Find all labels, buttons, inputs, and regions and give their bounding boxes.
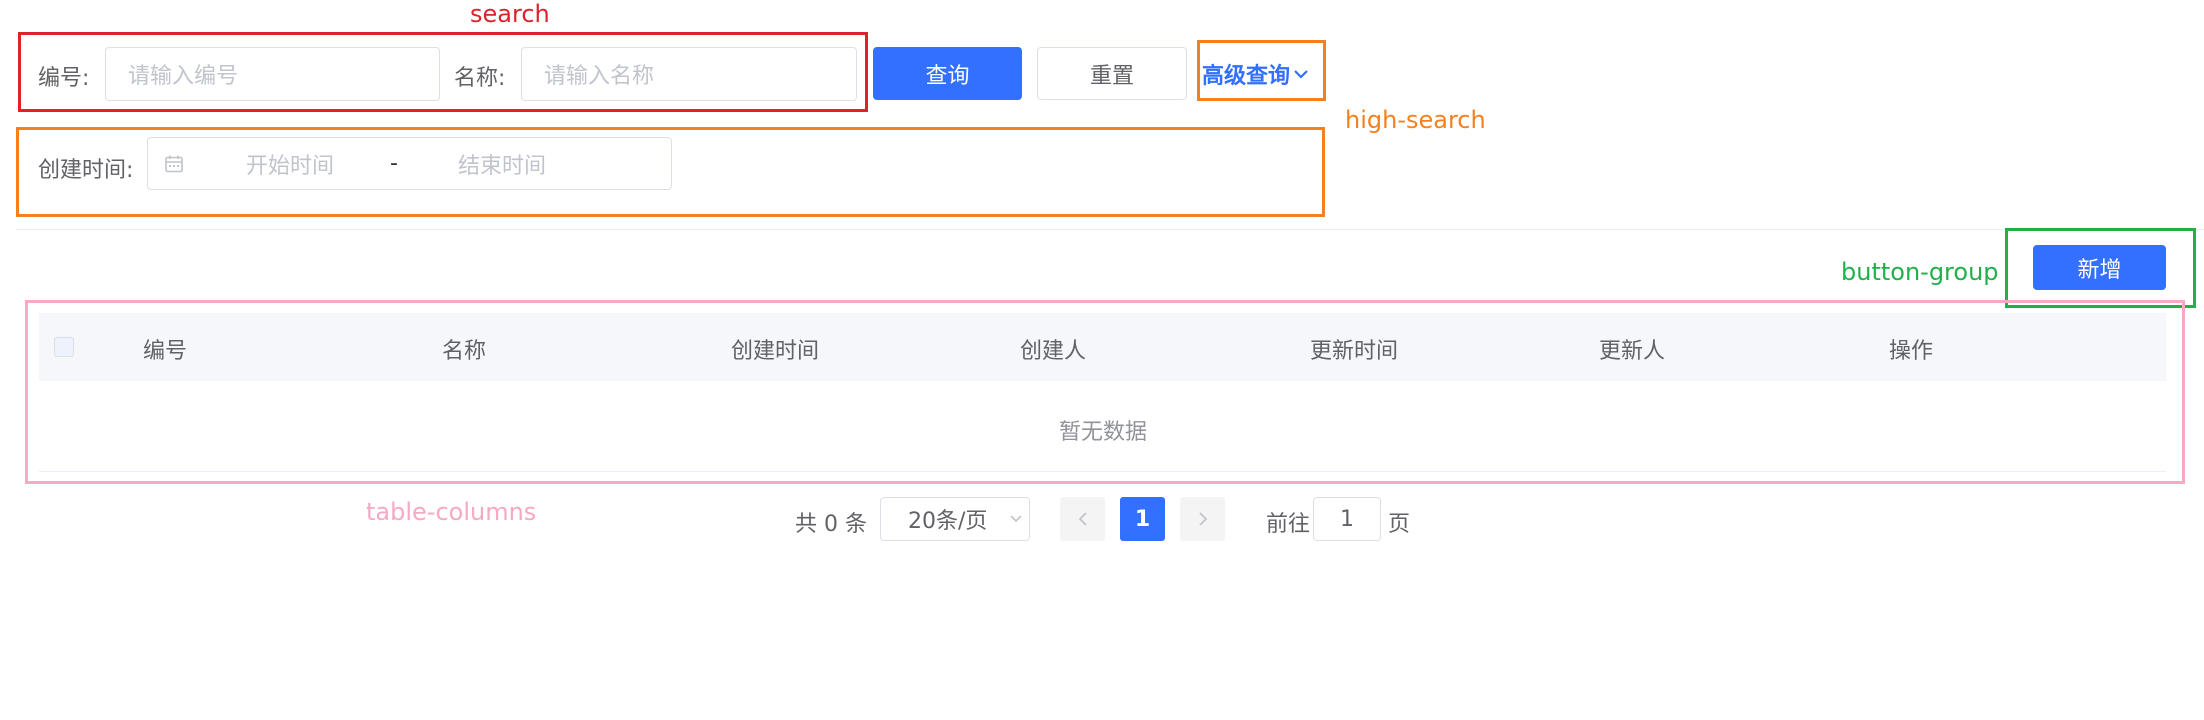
goto-page-value: 1	[1340, 506, 1354, 532]
page-size-select[interactable]: 20条/页	[880, 497, 1030, 541]
next-page-button[interactable]	[1180, 497, 1225, 541]
column-header-creator[interactable]: 创建人	[1020, 333, 1086, 365]
query-button[interactable]: 查询	[873, 47, 1022, 100]
goto-label: 前往	[1266, 512, 1311, 537]
reset-button[interactable]: 重置	[1037, 47, 1187, 100]
section-divider	[16, 229, 2204, 230]
column-header-code[interactable]: 编号	[143, 333, 187, 365]
annotation-search-label: search	[470, 0, 550, 28]
date-range-picker[interactable]: 开始时间 - 结束时间	[147, 137, 672, 190]
name-label: 名称:	[454, 66, 506, 91]
created-time-label: 创建时间:	[38, 158, 134, 183]
chevron-down-icon	[1294, 70, 1308, 79]
column-header-updated-time[interactable]: 更新时间	[1310, 333, 1398, 365]
column-header-created-time[interactable]: 创建时间	[731, 333, 819, 365]
column-header-actions: 操作	[1889, 339, 1934, 364]
start-time-placeholder[interactable]: 开始时间	[246, 148, 386, 180]
goto-page-input[interactable]: 1	[1313, 497, 1381, 541]
end-time-placeholder[interactable]: 结束时间	[458, 148, 546, 180]
calendar-icon	[165, 155, 183, 172]
table-header	[39, 313, 2166, 381]
advanced-search-label: 高级查询	[1202, 64, 1291, 89]
select-all-checkbox[interactable]	[54, 337, 74, 357]
code-label: 编号:	[38, 66, 90, 91]
column-header-updater[interactable]: 更新人	[1599, 333, 1665, 365]
code-input-placeholder: 请输入编号	[128, 64, 239, 89]
annotation-high-search-label: high-search	[1345, 106, 1486, 134]
table-bottom-border	[39, 471, 2166, 472]
code-input[interactable]: 请输入编号	[105, 47, 440, 101]
name-input[interactable]: 请输入名称	[521, 47, 857, 101]
page-suffix: 页	[1388, 512, 1411, 537]
advanced-search-link[interactable]: 高级查询	[1202, 58, 1310, 90]
table-empty-text: 暂无数据	[1059, 420, 1148, 445]
name-input-placeholder: 请输入名称	[544, 64, 655, 89]
annotation-button-group-label: button-group	[1841, 258, 1999, 286]
column-header-name[interactable]: 名称	[442, 333, 486, 365]
chevron-left-icon	[1078, 512, 1087, 526]
range-separator: -	[390, 151, 398, 176]
page-number-current[interactable]: 1	[1120, 497, 1165, 541]
page-size-value: 20条/页	[908, 509, 988, 534]
annotation-table-columns-label: table-columns	[366, 498, 537, 526]
chevron-down-icon	[1010, 515, 1022, 523]
add-button[interactable]: 新增	[2033, 245, 2166, 290]
chevron-right-icon	[1198, 512, 1207, 526]
prev-page-button[interactable]	[1060, 497, 1105, 541]
pagination-total: 共 0 条	[795, 512, 867, 537]
